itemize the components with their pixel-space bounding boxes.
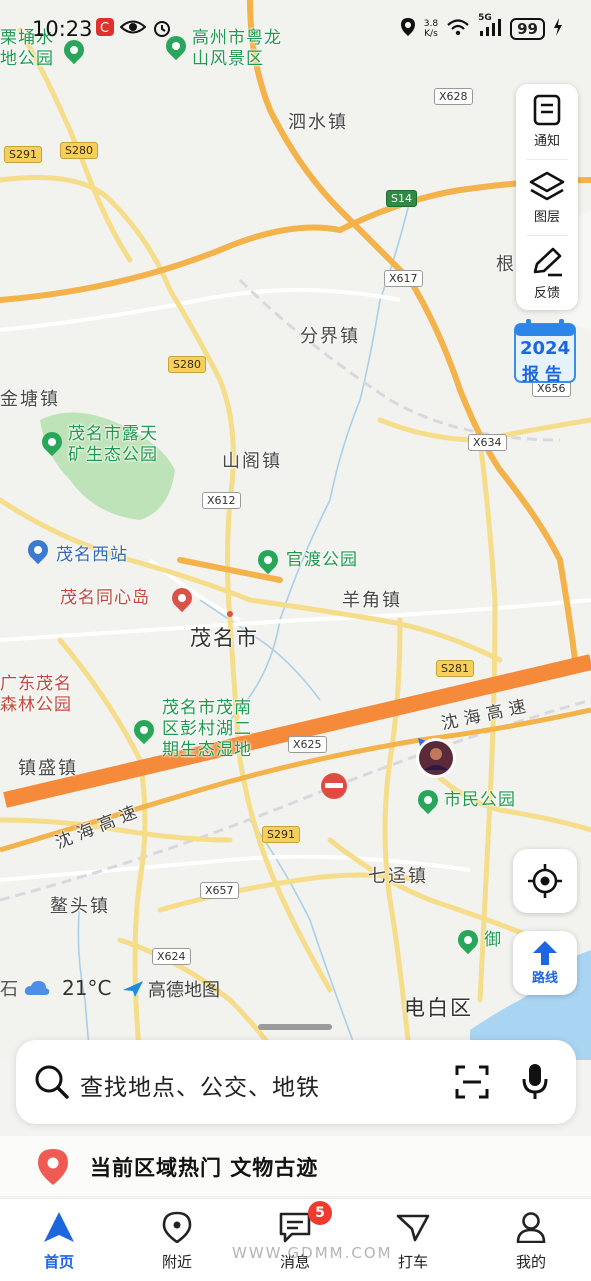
road-shield-x617: X617	[384, 270, 423, 287]
map-provider-logo: 高德地图	[122, 976, 220, 1002]
feedback-button[interactable]: 反馈	[516, 236, 578, 311]
search-input[interactable]: 查找地点、公交、地铁	[80, 1068, 320, 1102]
road-shield-s280: S280	[60, 142, 98, 159]
app-notification-icon: C	[96, 18, 114, 40]
route-button[interactable]: 路线	[513, 931, 577, 995]
layers-button[interactable]: 图层	[516, 160, 578, 235]
search-bar[interactable]: 查找地点、公交、地铁	[16, 1040, 576, 1124]
cellular-signal-icon: 5G	[478, 13, 502, 41]
user-profile-icon	[516, 1212, 546, 1244]
feedback-label: 反馈	[533, 286, 560, 301]
tab-messages[interactable]: 消息	[245, 1211, 345, 1272]
town-label-aotou: 鳌头镇	[50, 896, 110, 917]
town-label-yangjiao: 羊角镇	[342, 590, 402, 611]
user-location-marker[interactable]	[412, 734, 458, 780]
poi-label-guandu-park[interactable]: 官渡公园	[286, 550, 358, 571]
annual-report-button[interactable]: 2024 报 告	[512, 318, 578, 385]
poi-label-open-pit-park[interactable]: 茂名市露天 矿生态公园	[68, 424, 158, 466]
road-shield-x628: X628	[434, 88, 473, 105]
tab-home[interactable]: 首页	[9, 1211, 109, 1272]
map-logo-text: 高德地图	[148, 980, 220, 1001]
poi-label-forest-park[interactable]: 广东茂名 森林公园	[0, 674, 72, 716]
message-icon	[279, 1212, 311, 1243]
town-label-jintang: 金塘镇	[0, 389, 60, 410]
eye-icon	[119, 18, 147, 40]
route-label: 路线	[531, 971, 558, 986]
tab-mine-label: 我的	[515, 1253, 546, 1271]
place-label-fragment: 石	[0, 979, 18, 1000]
poi-label-citizen-park[interactable]: 市民公园	[444, 790, 516, 811]
tab-home-label: 首页	[43, 1253, 74, 1271]
battery-indicator: 99	[510, 18, 545, 40]
message-count-badge: 5	[308, 1201, 332, 1225]
station-label-maoming-west[interactable]: 茂名西站	[56, 540, 128, 565]
taxi-icon	[396, 1214, 430, 1242]
road-shield-x612: X612	[202, 492, 241, 509]
search-icon	[35, 1065, 69, 1099]
tab-taxi[interactable]: 打车	[363, 1211, 463, 1272]
location-icon	[400, 17, 416, 41]
temperature: 21°C	[62, 976, 112, 1000]
layers-icon	[529, 171, 565, 201]
report-word: 报 告	[522, 365, 562, 385]
hot-spots-row[interactable]: 当前区域热门 文物古迹	[0, 1136, 591, 1196]
status-bar: 10:23 C 3.8 K/s 5G 99	[0, 0, 591, 56]
charging-icon	[553, 18, 563, 40]
edit-pen-icon	[533, 247, 562, 277]
hot-spots-text: 当前区域热门 文物古迹	[90, 1156, 319, 1180]
bottom-sheet: 查找地点、公交、地铁 当前区域热门 文物古迹 首页 附近 消息 打车 我的 5	[0, 1012, 591, 1281]
poi-label-tongxin-island[interactable]: 茂名同心岛	[60, 588, 150, 609]
navigate-arrow-icon	[44, 1212, 74, 1242]
tab-mine[interactable]: 我的	[481, 1211, 581, 1272]
net-speed: 3.8 K/s	[423, 19, 439, 39]
wifi-icon	[446, 18, 470, 40]
road-shield-s291: S291	[4, 146, 42, 163]
map-view[interactable]: 高州市粤龙 山风景区 栗埇水 地公园 泗水镇 分界镇 金塘镇 茂名市露天 矿生态…	[0, 0, 591, 1060]
route-arrow-icon	[533, 941, 557, 965]
nearby-pin-icon	[162, 1211, 192, 1244]
notice-icon	[533, 94, 561, 126]
road-shield-x634: X634	[468, 434, 507, 451]
poi-label-pengcun-lake[interactable]: 茂名市茂南 区彭村湖二 期生态湿地	[162, 698, 252, 761]
locate-me-button[interactable]	[513, 849, 577, 913]
road-shield-s280-mid: S280	[168, 356, 206, 373]
town-label-qijing: 七迳镇	[368, 866, 428, 887]
town-label-shange: 山阁镇	[222, 451, 282, 472]
town-label-gen: 根	[496, 254, 516, 275]
microphone-icon[interactable]	[520, 1062, 550, 1100]
crosshair-icon	[528, 864, 562, 898]
svg-text:C: C	[100, 21, 109, 36]
road-shield-x625: X625	[288, 736, 327, 753]
weather-widget[interactable]: 石 21°C	[0, 974, 111, 1002]
notify-button[interactable]: 通知	[516, 84, 578, 159]
town-label-sishui: 泗水镇	[288, 112, 348, 133]
road-shield-s14: S14	[386, 190, 417, 207]
town-label-zhensheng: 镇盛镇	[18, 758, 78, 779]
alarm-icon	[152, 18, 172, 42]
amap-logo-icon	[123, 981, 143, 997]
tab-nearby-label: 附近	[161, 1253, 192, 1271]
notify-label: 通知	[533, 134, 560, 149]
clock: 10:23	[32, 17, 93, 41]
drag-handle[interactable]	[258, 1024, 332, 1030]
road-shield-s291-bottom: S291	[262, 826, 300, 843]
cloud-icon	[24, 980, 50, 995]
status-right-group: 3.8 K/s 5G 99	[400, 13, 563, 44]
bottom-tab-bar: 首页 附近 消息 打车 我的 5	[0, 1198, 591, 1281]
poi-label-yu-park[interactable]: 御	[484, 930, 502, 951]
map-tool-panel: 通知 图层 反馈	[516, 84, 578, 310]
city-label-maoming: 茂名市	[190, 626, 259, 650]
report-year: 2024	[520, 338, 571, 359]
town-label-fenjie: 分界镇	[300, 326, 360, 347]
watermark: WWW.GDMM.COM	[232, 1244, 393, 1262]
location-pin-icon	[38, 1149, 68, 1185]
road-shield-s281: S281	[436, 660, 474, 677]
road-shield-x657: X657	[200, 882, 239, 899]
tab-nearby[interactable]: 附近	[127, 1211, 227, 1272]
scan-icon[interactable]	[454, 1064, 490, 1100]
layers-label: 图层	[533, 210, 560, 225]
road-shield-x624: X624	[152, 948, 191, 965]
